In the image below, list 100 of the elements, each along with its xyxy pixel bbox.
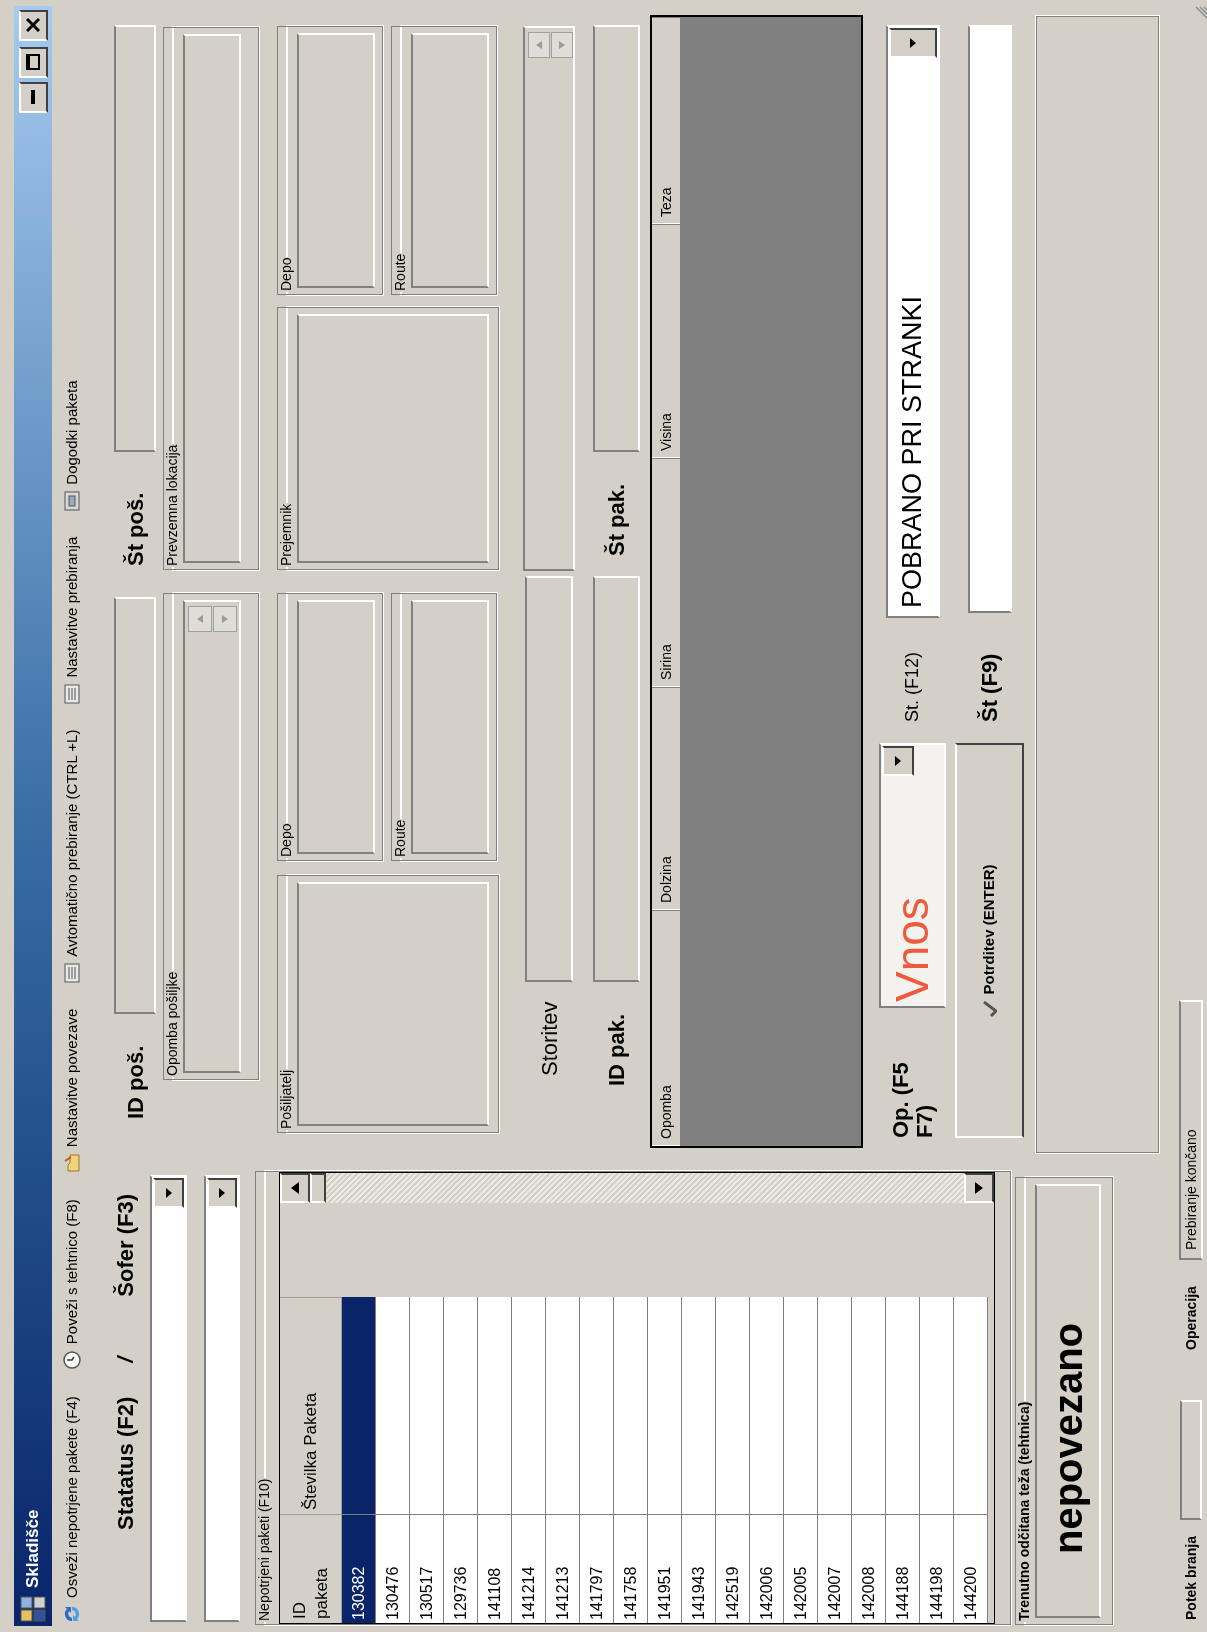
table-row[interactable]: 130476 — [376, 1297, 410, 1623]
toolbar-button[interactable]: Poveži s tehtnico (F8) — [60, 1199, 84, 1371]
table-row[interactable]: 142005 — [784, 1297, 818, 1623]
route-field[interactable] — [411, 600, 489, 854]
check-icon — [982, 1000, 997, 1017]
package-id: 141214 — [518, 1566, 538, 1620]
group-title: Pošiljatelj — [277, 1068, 295, 1130]
table-row[interactable]: 129736 — [444, 1297, 478, 1623]
field-label: Št pak. — [603, 482, 630, 558]
service-field[interactable] — [525, 576, 573, 982]
arrow-icon — [558, 40, 566, 50]
package-id: 141108 — [484, 1567, 504, 1620]
field-label: Op. (F5 F7) — [889, 1061, 936, 1138]
field-label: Št poš. — [121, 491, 149, 568]
package-id: 144188 — [892, 1566, 912, 1620]
depo-field[interactable] — [297, 33, 375, 288]
status-dropdown[interactable] — [150, 1175, 187, 1622]
shipment-id-field[interactable] — [114, 597, 156, 1014]
filter-label: Šofer (F3) — [111, 1193, 139, 1297]
scroll-button[interactable] — [551, 32, 573, 58]
arrow-icon — [975, 1182, 983, 1194]
scroll-down-button[interactable] — [964, 1173, 994, 1203]
table-row[interactable]: 142008 — [852, 1297, 886, 1623]
field-label: Storitev — [535, 1000, 563, 1078]
close-button[interactable] — [18, 10, 48, 41]
table-row[interactable]: 141758 — [614, 1297, 648, 1623]
window-title: Skladišče — [22, 1509, 44, 1588]
pickup-field[interactable] — [183, 34, 241, 563]
package-id: 144200 — [960, 1566, 980, 1620]
scroll-button[interactable] — [213, 606, 237, 632]
package-id: 141758 — [620, 1566, 640, 1620]
package-id-field[interactable] — [593, 576, 640, 982]
package-id: 141951 — [654, 1566, 674, 1620]
toolbar-button[interactable]: Nastavitve prebiranja — [60, 536, 84, 704]
group-title: Prevzemna lokacija — [163, 443, 181, 567]
table-row[interactable]: 144198 — [920, 1297, 954, 1623]
maximize-button[interactable] — [18, 47, 48, 78]
scroll-up-button[interactable] — [280, 1173, 310, 1203]
field-label: ID pak. — [603, 1012, 630, 1088]
route-field[interactable] — [411, 33, 489, 288]
minimize-button[interactable] — [18, 82, 48, 113]
table-row[interactable]: 141108 — [478, 1297, 512, 1623]
table-row[interactable]: 130382 — [342, 1297, 376, 1623]
separator-text: / — [111, 1356, 139, 1363]
caret-icon — [895, 756, 901, 766]
driver-dropdown[interactable] — [204, 1175, 240, 1622]
table-row[interactable]: 142006 — [750, 1297, 784, 1623]
package-id: 142005 — [790, 1566, 810, 1620]
column-header[interactable]: Opomba — [652, 910, 680, 1146]
dropdown-button[interactable] — [207, 1178, 237, 1208]
table-row[interactable]: 141797 — [580, 1297, 614, 1623]
table-row[interactable]: 144188 — [886, 1297, 920, 1623]
address-field[interactable] — [297, 882, 489, 1126]
table-row[interactable]: 141951 — [648, 1297, 682, 1623]
column-header[interactable]: Visina — [652, 224, 680, 458]
package-id: 144198 — [926, 1566, 946, 1620]
number-input[interactable] — [967, 25, 1012, 613]
table-row[interactable]: 141213 — [546, 1297, 580, 1623]
dropdown-button[interactable] — [153, 1178, 184, 1208]
table-row[interactable]: 141214 — [512, 1297, 546, 1623]
package-id: 130517 — [416, 1566, 436, 1620]
table-row[interactable]: 130517 — [410, 1297, 444, 1623]
table-row[interactable]: 144200 — [954, 1297, 988, 1623]
toolbar-button[interactable]: Dogodki paketa — [60, 380, 84, 511]
package-id: 129736 — [450, 1566, 470, 1620]
filter-label: Statatus (F2) — [111, 1396, 139, 1530]
dropdown-button[interactable] — [882, 746, 914, 776]
package-number-field[interactable] — [593, 25, 640, 452]
package-id: 142006 — [756, 1566, 776, 1620]
column-header[interactable]: Sirina — [652, 458, 680, 687]
scrollbar[interactable] — [280, 1173, 994, 1203]
column-header[interactable]: ID paketa — [280, 1514, 342, 1623]
package-id: 141797 — [586, 1566, 606, 1620]
status-text: Prebiranje končano — [1179, 1000, 1203, 1260]
shipment-number-field[interactable] — [114, 25, 156, 452]
toolbar-button[interactable]: Nastavitve povezave — [60, 1008, 84, 1174]
table-row[interactable]: 142007 — [818, 1297, 852, 1623]
address-field[interactable] — [297, 314, 489, 563]
scroll-thumb[interactable] — [310, 1173, 326, 1203]
package-id: 142519 — [722, 1566, 742, 1620]
column-header[interactable]: Dolzina — [652, 687, 680, 910]
dropdown-button[interactable] — [888, 28, 937, 58]
note-field[interactable] — [183, 600, 241, 1073]
column-header[interactable]: Številka Paketa — [280, 1297, 342, 1514]
scroll-button[interactable] — [188, 606, 212, 632]
service-list-field[interactable] — [523, 26, 575, 571]
toolbar-button[interactable]: Osveži nepotrjene pakete (F4) — [60, 1396, 84, 1624]
status-dropdown[interactable]: POBRANO PRI STRANKI — [885, 25, 940, 618]
toolbar-button[interactable]: Avtomatično prebiranje (CTRL +L) — [60, 729, 84, 983]
table-row[interactable]: 142519 — [716, 1297, 750, 1623]
column-header[interactable]: Teza — [652, 17, 680, 224]
scroll-button[interactable] — [528, 32, 550, 58]
table-row[interactable]: 141943 — [682, 1297, 716, 1623]
refresh-icon — [62, 1604, 82, 1624]
confirm-button[interactable]: Potrditev (ENTER) — [955, 743, 1024, 1138]
depo-field[interactable] — [297, 600, 375, 854]
group-title: Opomba pošiljke — [163, 970, 181, 1077]
arrow-icon — [221, 614, 229, 624]
status-label: Potek branja — [1181, 1534, 1200, 1620]
combo-value: POBRANO PRI STRANKI — [896, 295, 929, 610]
